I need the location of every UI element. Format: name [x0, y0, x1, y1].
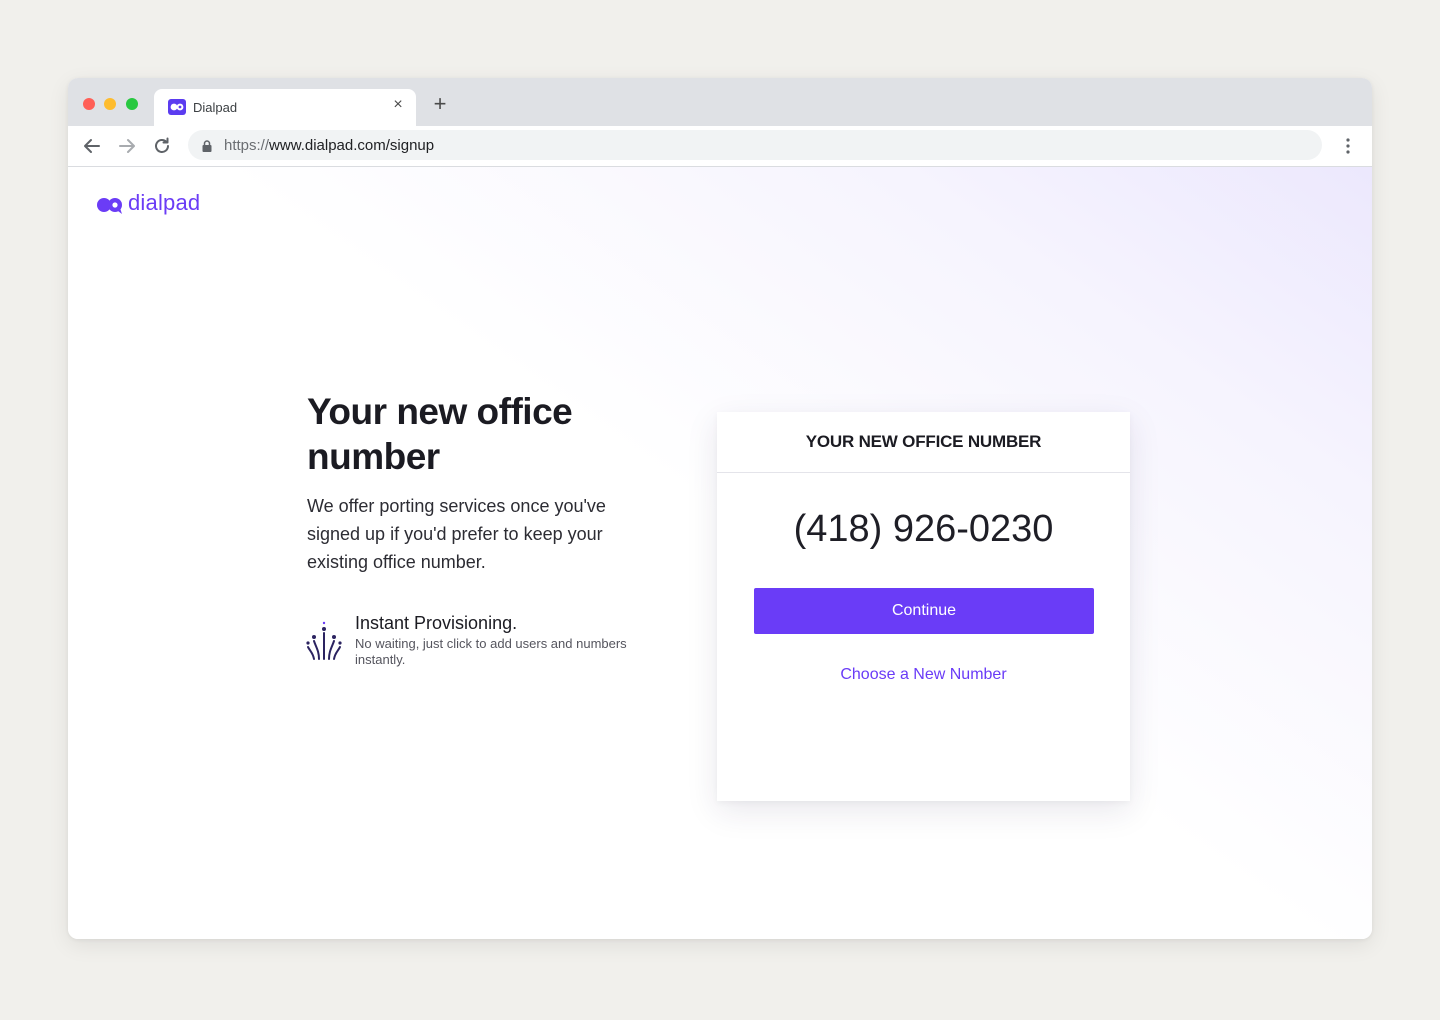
page-title: Your new office number [307, 391, 573, 477]
maximize-window-button[interactable] [126, 98, 138, 110]
url-path: www.dialpad.com/signup [269, 137, 435, 154]
feature-description: No waiting, just click to add users and … [355, 636, 627, 667]
browser-window: Dialpad × + https://www.dialpad.com/sign… [68, 78, 1372, 939]
dialpad-logo-icon [97, 198, 122, 214]
provisioning-icon [306, 621, 342, 661]
browser-tab[interactable]: Dialpad × [154, 89, 416, 126]
back-icon[interactable] [80, 134, 104, 158]
dialpad-favicon-icon [168, 99, 186, 115]
tab-strip: Dialpad × + [68, 78, 1372, 126]
reload-icon[interactable] [150, 134, 174, 158]
page-description: We offer porting services once you've si… [307, 496, 606, 572]
url-text: https://www.dialpad.com/signup [224, 137, 434, 154]
logo-wordmark: dialpad [128, 190, 201, 215]
feature-title: Instant Provisioning. [355, 613, 518, 633]
card-header: YOUR NEW OFFICE NUMBER [717, 412, 1130, 473]
office-number-card: YOUR NEW OFFICE NUMBER (418) 926-0230 Co… [717, 412, 1130, 801]
browser-menu-icon[interactable] [1338, 135, 1358, 157]
choose-new-number-link[interactable]: Choose a New Number [717, 666, 1130, 684]
url-scheme: https:// [224, 137, 270, 154]
forward-icon[interactable] [115, 134, 139, 158]
continue-button[interactable]: Continue [754, 588, 1094, 634]
address-bar[interactable]: https://www.dialpad.com/signup [188, 130, 1322, 160]
page-content: dialpad Your new office number We offer … [68, 167, 1372, 939]
lock-icon [202, 139, 212, 157]
phone-number: (418) 926-0230 [793, 508, 1054, 550]
close-tab-icon[interactable]: × [390, 97, 406, 113]
new-tab-icon[interactable]: + [430, 93, 450, 115]
minimize-window-button[interactable] [104, 98, 116, 110]
card-title: YOUR NEW OFFICE NUMBER [805, 432, 1042, 451]
tab-title: Dialpad [193, 100, 238, 115]
browser-toolbar: https://www.dialpad.com/signup [68, 126, 1372, 167]
close-window-button[interactable] [83, 98, 95, 110]
